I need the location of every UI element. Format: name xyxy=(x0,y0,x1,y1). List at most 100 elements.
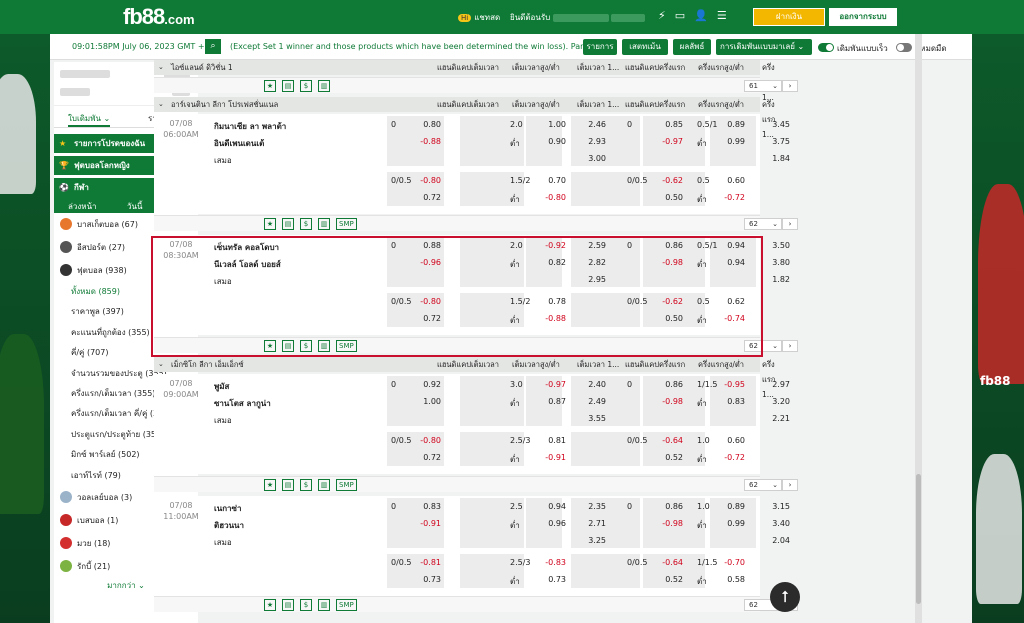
menu-icon[interactable]: ☰ xyxy=(717,9,736,22)
odds-value[interactable]: -0.96 xyxy=(409,258,441,267)
odds-value[interactable]: 3.00 xyxy=(574,154,606,163)
odds-value[interactable]: 3.20 xyxy=(758,397,790,406)
odds-value[interactable]: -0.62 xyxy=(651,176,683,185)
odds-value[interactable]: ต่ำ xyxy=(510,137,530,150)
odds-value[interactable]: 0.83 xyxy=(409,502,441,511)
search-button[interactable]: ⌕ xyxy=(205,39,221,54)
deposit-button[interactable]: ฝากเงิน xyxy=(753,8,825,26)
odds-value[interactable]: -0.64 xyxy=(651,436,683,445)
odds-value[interactable]: 3.0 xyxy=(510,380,530,389)
odds-value[interactable]: 0.88 xyxy=(409,241,441,250)
odds-value[interactable]: 2.97 xyxy=(758,380,790,389)
odds-value[interactable]: -0.72 xyxy=(717,193,745,202)
user-icon[interactable]: 👤 xyxy=(694,9,717,22)
odds-value[interactable]: 3.55 xyxy=(574,414,606,423)
star-icon[interactable]: ★ xyxy=(264,479,276,491)
league-header[interactable]: ⌄ ไอซ์แลนด์ ดิวิชั่น 1 แฮนดิแคปเต็มเวลา เต็… xyxy=(154,60,775,102)
results-button[interactable]: ผลลัพธ์ xyxy=(673,39,711,55)
odds-value[interactable]: -0.72 xyxy=(717,453,745,462)
odds-value[interactable]: -0.97 xyxy=(534,380,566,389)
stats-icon[interactable]: ▥ xyxy=(318,340,330,352)
odds-value[interactable]: 0.89 xyxy=(717,120,745,129)
odds-value[interactable]: 0.99 xyxy=(717,137,745,146)
odds-value[interactable]: 0.52 xyxy=(651,575,683,584)
list-icon[interactable]: ▤ xyxy=(282,340,294,352)
odds-value[interactable]: -0.95 xyxy=(717,380,745,389)
smp-button[interactable]: SMP xyxy=(336,340,357,352)
odds-value[interactable]: 0.92 xyxy=(409,380,441,389)
odds-value[interactable]: 2.35 xyxy=(574,502,606,511)
odds-value[interactable]: 0.58 xyxy=(717,575,745,584)
league-header[interactable]: ⌄ เม็กซิโก ลีกา เอ็มเอ็กซ์ แฮนดิแคปเต็มเวล… xyxy=(154,357,775,399)
more-markets-dropdown[interactable]: 61 ⌄ xyxy=(744,80,782,92)
odds-type-dropdown[interactable]: การเดิมพันแบบมาเลย์ ⌄ xyxy=(716,39,812,55)
odds-value[interactable]: -0.98 xyxy=(651,519,683,528)
odds-value[interactable]: 3.40 xyxy=(758,519,790,528)
odds-value[interactable]: 1.00 xyxy=(534,120,566,129)
odds-value[interactable]: 0.72 xyxy=(409,314,441,323)
dollar-icon[interactable]: $ xyxy=(300,340,312,352)
smp-button[interactable]: SMP xyxy=(336,218,357,230)
smp-button[interactable]: SMP xyxy=(336,599,357,611)
odds-value[interactable]: 0.89 xyxy=(717,502,745,511)
odds-value[interactable]: -0.91 xyxy=(409,519,441,528)
odds-value[interactable]: -0.80 xyxy=(534,193,566,202)
odds-value[interactable]: 2.0 xyxy=(510,120,530,129)
list-icon[interactable]: ▤ xyxy=(282,479,294,491)
odds-value[interactable]: -0.88 xyxy=(534,314,566,323)
star-icon[interactable]: ★ xyxy=(264,599,276,611)
next-button[interactable]: › xyxy=(782,479,798,491)
more-markets-dropdown[interactable]: 62 ⌄ xyxy=(744,218,782,230)
odds-value[interactable]: 0.50 xyxy=(651,193,683,202)
odds-value[interactable]: -0.70 xyxy=(717,558,745,567)
list-icon[interactable]: ▤ xyxy=(282,218,294,230)
odds-value[interactable]: 0 xyxy=(627,120,647,129)
odds-value[interactable]: 3.25 xyxy=(574,536,606,545)
odds-value[interactable]: 1.82 xyxy=(758,275,790,284)
dollar-icon[interactable]: $ xyxy=(300,599,312,611)
odds-value[interactable]: 0.83 xyxy=(717,397,745,406)
scrollbar-thumb[interactable] xyxy=(916,474,921,604)
odds-value[interactable]: -0.97 xyxy=(651,137,683,146)
odds-value[interactable]: -0.98 xyxy=(651,397,683,406)
odds-value[interactable]: 0.50 xyxy=(651,314,683,323)
stats-icon[interactable]: ▥ xyxy=(318,80,330,92)
odds-value[interactable]: -0.92 xyxy=(534,241,566,250)
star-icon[interactable]: ★ xyxy=(264,80,276,92)
odds-value[interactable]: 0 xyxy=(627,380,647,389)
odds-value[interactable]: 0 xyxy=(627,241,647,250)
dollar-icon[interactable]: $ xyxy=(300,218,312,230)
odds-value[interactable]: 0.72 xyxy=(409,193,441,202)
odds-value[interactable]: 0.94 xyxy=(534,502,566,511)
odds-value[interactable]: ต่ำ xyxy=(510,397,530,410)
odds-value[interactable]: ต่ำ xyxy=(510,258,530,271)
odds-value[interactable]: -0.88 xyxy=(409,137,441,146)
statement-button[interactable]: เสตทเม้น xyxy=(622,39,668,55)
odds-value[interactable]: 2.46 xyxy=(574,120,606,129)
odds-value[interactable]: -0.80 xyxy=(409,176,441,185)
odds-value[interactable]: 2.93 xyxy=(574,137,606,146)
more-markets-dropdown[interactable]: 62 ⌄ xyxy=(744,479,782,491)
odds-value[interactable]: 0.86 xyxy=(651,241,683,250)
odds-value[interactable]: -0.98 xyxy=(651,258,683,267)
odds-value[interactable]: 2.71 xyxy=(574,519,606,528)
tab-bet-slip[interactable]: ใบเดิมพัน ⌄ xyxy=(68,112,111,127)
odds-value[interactable]: 0.73 xyxy=(534,575,566,584)
bet-list-button[interactable]: รายการ xyxy=(583,39,617,55)
fast-bet-toggle[interactable] xyxy=(818,43,834,52)
odds-value[interactable]: 1.84 xyxy=(758,154,790,163)
odds-value[interactable]: 2.59 xyxy=(574,241,606,250)
odds-value[interactable]: -0.83 xyxy=(534,558,566,567)
odds-value[interactable]: 3.15 xyxy=(758,502,790,511)
odds-value[interactable]: 0.60 xyxy=(717,176,745,185)
odds-value[interactable]: -0.80 xyxy=(409,436,441,445)
odds-value[interactable]: 0.72 xyxy=(409,453,441,462)
odds-value[interactable]: 2.0 xyxy=(510,241,530,250)
odds-value[interactable]: 0.82 xyxy=(534,258,566,267)
odds-value[interactable]: -0.80 xyxy=(409,297,441,306)
odds-value[interactable]: 0.86 xyxy=(651,380,683,389)
list-icon[interactable]: ▤ xyxy=(282,80,294,92)
smp-button[interactable]: SMP xyxy=(336,479,357,491)
odds-value[interactable]: 3.75 xyxy=(758,137,790,146)
league-header[interactable]: ⌄ อาร์เจนตินา ลีกา โปรเฟสชั่นแนล แฮนดิแคปเ… xyxy=(154,97,775,139)
